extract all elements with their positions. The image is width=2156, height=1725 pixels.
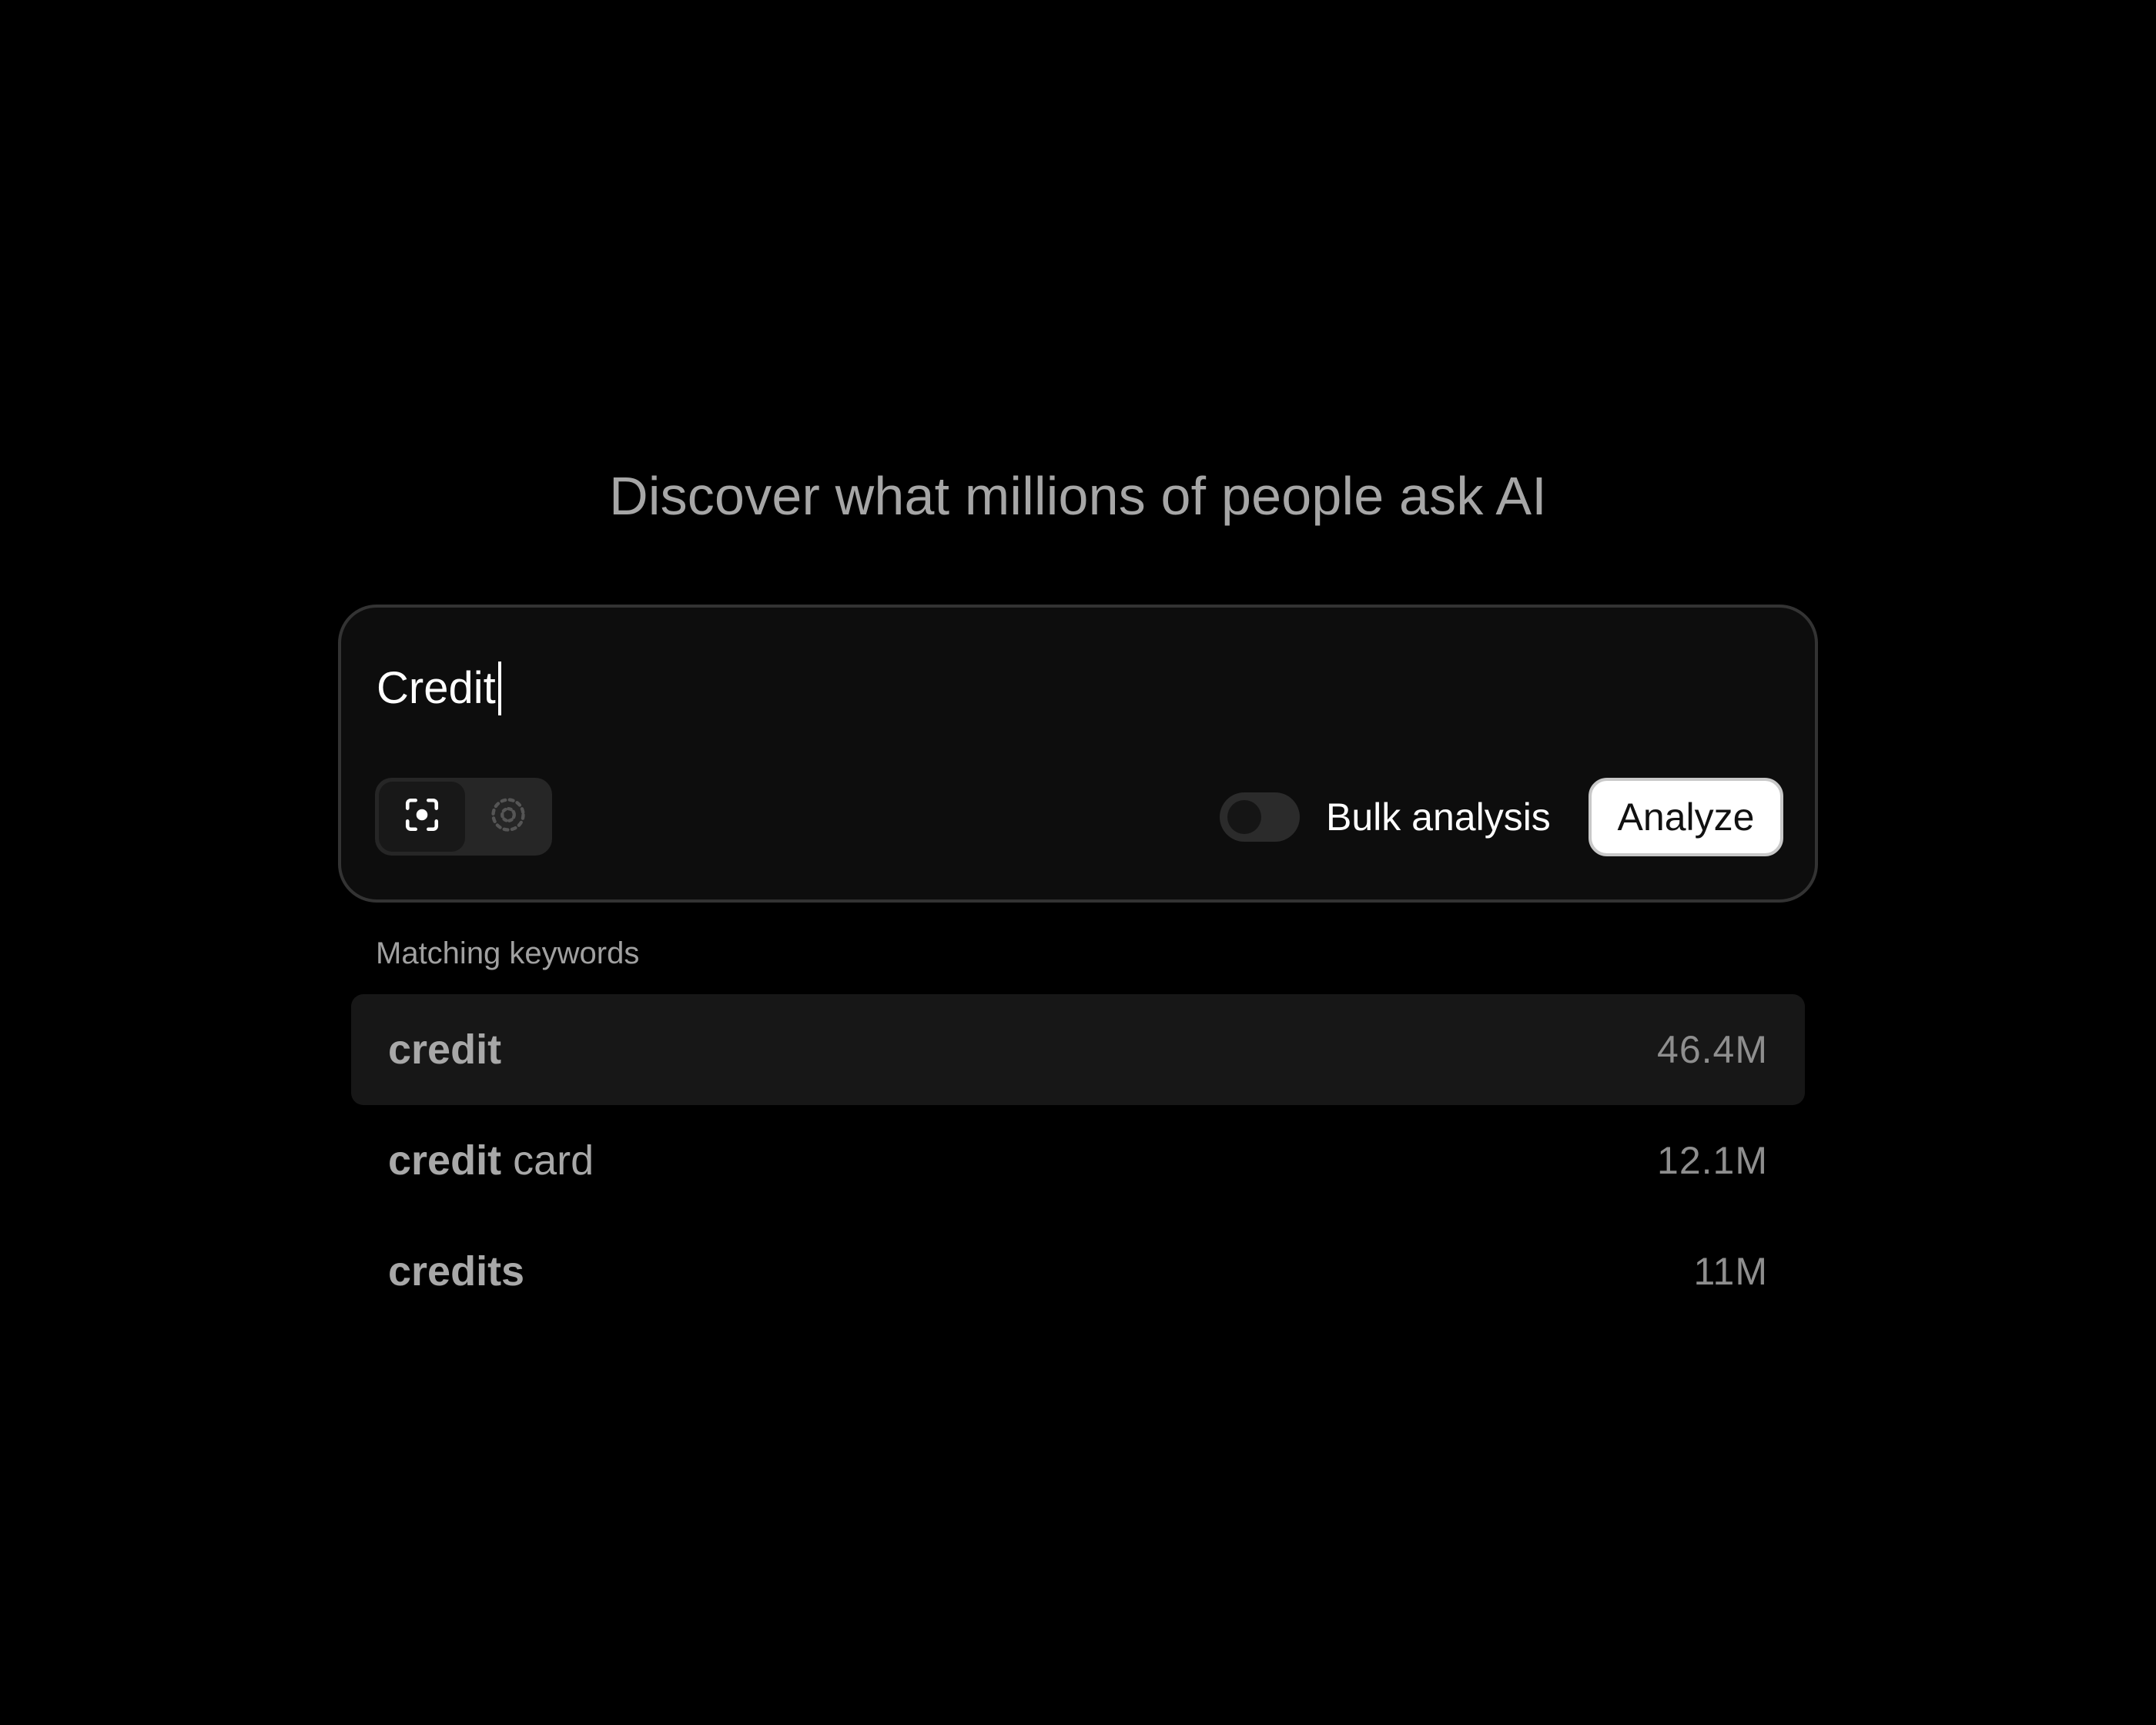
keyword-count: 11M: [1693, 1250, 1768, 1293]
keyword-row[interactable]: credit card 12.1M: [351, 1105, 1805, 1216]
query-text: Credit: [377, 663, 496, 713]
toggle-knob: [1227, 800, 1261, 834]
keyword-text: credit: [388, 994, 501, 1105]
query-input[interactable]: Credit: [377, 654, 501, 723]
bulk-analysis-group: Bulk analysis: [1220, 779, 1551, 856]
dotted-scan-icon: [488, 795, 528, 839]
focus-scan-icon: [403, 796, 441, 838]
text-caret: [497, 662, 501, 715]
keyword-match: credits: [388, 1248, 525, 1295]
search-card: Credit Bulk analysis Analyze: [338, 605, 1818, 903]
keyword-rest: card: [501, 1137, 594, 1184]
mode-single-button[interactable]: [379, 782, 465, 852]
keyword-row[interactable]: credits 11M: [351, 1216, 1805, 1327]
page-headline: Discover what millions of people ask AI: [609, 466, 1547, 526]
keyword-count: 46.4M: [1657, 1028, 1768, 1071]
keyword-match: credit: [388, 1027, 502, 1073]
keyword-list: credit 46.4M credit card 12.1M credits 1…: [351, 994, 1805, 1327]
keyword-text: credit card: [388, 1105, 594, 1216]
keyword-match: credit: [388, 1137, 502, 1184]
matching-keywords-label: Matching keywords: [376, 936, 640, 970]
mode-multi-button[interactable]: [465, 782, 551, 852]
keyword-text: credits: [388, 1216, 524, 1327]
keyword-row[interactable]: credit 46.4M: [351, 994, 1805, 1105]
bulk-analysis-label: Bulk analysis: [1326, 796, 1551, 839]
mode-switch: [375, 778, 552, 856]
keyword-count: 12.1M: [1657, 1139, 1768, 1182]
bulk-analysis-toggle[interactable]: [1220, 792, 1300, 842]
analyze-button[interactable]: Analyze: [1589, 778, 1783, 856]
